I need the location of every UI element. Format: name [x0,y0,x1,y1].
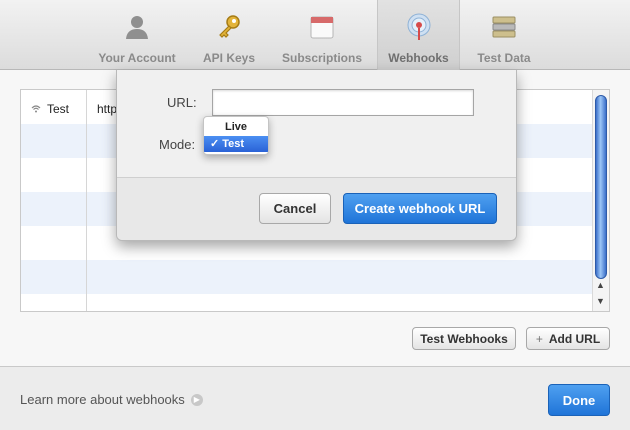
done-button[interactable]: Done [548,384,610,416]
url-input[interactable] [212,89,474,116]
preferences-toolbar: Your Account API Keys Subscriptions Webh… [0,0,630,70]
mode-popup-menu[interactable]: Live ✓ Test [203,116,269,155]
menu-item-live[interactable]: Live [204,119,268,135]
tab-subscriptions[interactable]: Subscriptions [280,0,364,70]
url-cell: http [97,102,118,116]
tab-webhooks[interactable]: Webhooks [377,0,460,70]
url-label: URL: [167,95,197,110]
vertical-scrollbar[interactable]: ▲ ▼ [592,90,609,311]
sheet-form: URL: Mode: [117,70,516,178]
cancel-button[interactable]: Cancel [259,193,331,224]
footer: Learn more about webhooks ▶ Done [0,366,630,430]
column-divider [86,90,87,311]
table-row-empty [21,260,594,294]
broadcast-icon [403,11,435,43]
calendar-icon [306,11,338,43]
scroll-up-icon[interactable]: ▲ [596,280,605,290]
tab-test-data[interactable]: Test Data [473,0,535,70]
tab-your-account[interactable]: Your Account [96,0,178,70]
add-webhook-sheet: URL: Mode: Cancel Create webhook URL [116,70,517,241]
table-row-empty [21,294,594,311]
add-url-button[interactable]: + Add URL [526,327,610,350]
key-icon [213,11,245,43]
tab-api-keys[interactable]: API Keys [198,0,260,70]
arrow-right-icon: ▶ [190,393,203,406]
learn-more-link[interactable]: Learn more about webhooks ▶ [20,392,203,407]
wifi-icon [31,105,41,113]
scroll-down-icon[interactable]: ▼ [596,296,605,306]
scrollbar-thumb[interactable] [595,95,607,279]
mode-label: Mode: [159,137,196,152]
mode-cell: Test [31,102,69,116]
test-webhooks-button[interactable]: Test Webhooks [412,327,516,350]
menu-item-test[interactable]: ✓ Test [204,136,268,152]
person-icon [121,11,153,43]
database-icon [488,11,520,43]
checkmark-icon: ✓ [210,138,223,150]
plus-icon: + [535,331,543,346]
create-webhook-url-button[interactable]: Create webhook URL [343,193,497,224]
